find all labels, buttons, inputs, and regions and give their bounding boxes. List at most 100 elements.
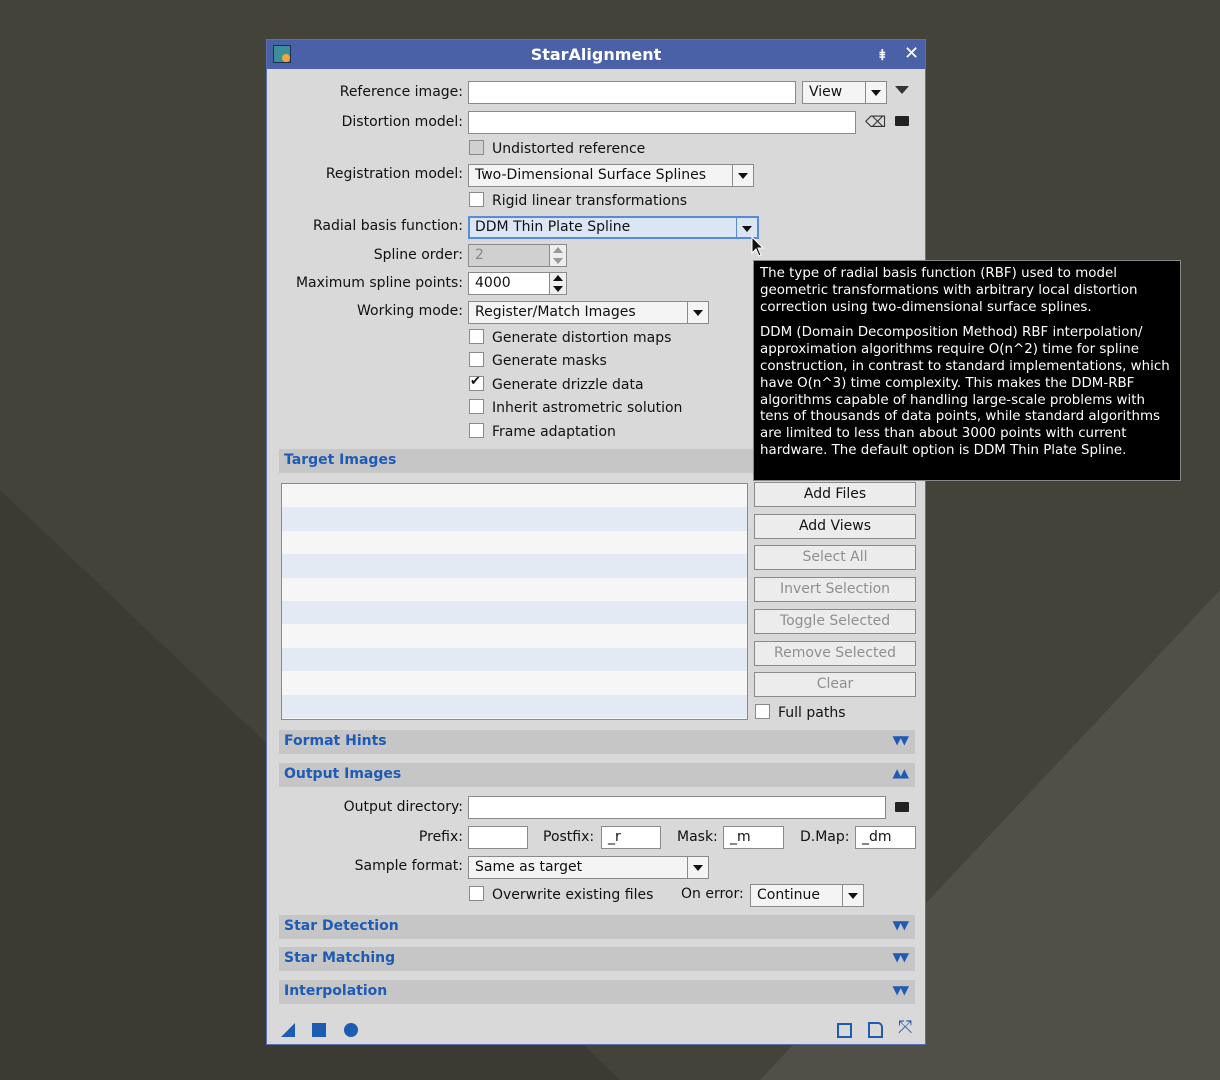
collapse-icon[interactable]: ▲▲ — [893, 766, 910, 780]
star-alignment-window: StarAlignment ⯒ ✕ Reference image: View … — [266, 39, 926, 1045]
spline-order-spinner[interactable]: 2 — [468, 244, 567, 267]
spline-order-value: 2 — [468, 244, 550, 267]
section-interpolation[interactable]: Interpolation ▼▼ — [279, 980, 915, 1004]
generate-drizzle-data-label: Generate drizzle data — [492, 377, 644, 393]
clear-button[interactable]: Clear — [754, 672, 916, 697]
on-error-select[interactable]: Continue — [750, 884, 864, 907]
frame-adaptation-checkbox[interactable]: Frame adaptation — [469, 423, 616, 440]
prefix-input[interactable] — [468, 826, 528, 849]
max-spline-points-value[interactable]: 4000 — [468, 272, 550, 295]
list-item[interactable] — [282, 507, 747, 531]
footer-toolbar: ⤧ — [267, 1014, 925, 1044]
list-item[interactable] — [282, 578, 747, 601]
working-mode-value: Register/Match Images — [475, 304, 636, 320]
toggle-selected-button[interactable]: Toggle Selected — [754, 609, 916, 634]
undistorted-reference-label: Undistorted reference — [492, 141, 646, 157]
dmap-label: D.Map: — [800, 829, 850, 845]
expand-icon[interactable]: ▼▼ — [893, 983, 910, 997]
add-files-button[interactable]: Add Files — [754, 482, 916, 507]
rigid-linear-label: Rigid linear transformations — [492, 193, 688, 209]
postfix-label: Postfix: — [543, 829, 595, 845]
frame-adaptation-label: Frame adaptation — [492, 424, 616, 440]
remove-selected-button[interactable]: Remove Selected — [754, 641, 916, 666]
overwrite-label: Overwrite existing files — [492, 887, 654, 903]
expand-icon[interactable]: ▼▼ — [893, 950, 910, 964]
expand-icon[interactable]: ▼▼ — [893, 918, 910, 932]
generate-distortion-maps-label: Generate distortion maps — [492, 330, 672, 346]
format-hints-title: Format Hints — [284, 733, 387, 749]
sample-format-label: Sample format: — [354, 858, 463, 874]
output-images-title: Output Images — [284, 766, 402, 782]
spline-order-stepper[interactable] — [549, 244, 567, 267]
section-format-hints[interactable]: Format Hints ▼▼ — [279, 730, 915, 754]
title-bar[interactable]: StarAlignment ⯒ ✕ — [267, 40, 925, 69]
max-spline-points-spinner[interactable]: 4000 — [468, 272, 567, 295]
mask-input[interactable]: _m — [723, 826, 784, 849]
new-instance-icon[interactable] — [281, 1023, 295, 1037]
full-paths-checkbox[interactable]: Full paths — [755, 704, 846, 721]
clear-icon[interactable]: ⌫ — [865, 113, 886, 131]
add-views-button[interactable]: Add Views — [754, 514, 916, 539]
window-title: StarAlignment — [530, 45, 662, 64]
generate-distortion-maps-checkbox[interactable]: Generate distortion maps — [469, 329, 671, 346]
list-item[interactable] — [282, 624, 747, 647]
output-folder-icon[interactable] — [895, 802, 909, 812]
sample-format-select[interactable]: Same as target — [468, 856, 709, 879]
generate-drizzle-data-checkbox[interactable]: Generate drizzle data — [469, 374, 644, 393]
close-icon[interactable]: ✕ — [904, 43, 919, 64]
folder-icon[interactable] — [895, 116, 909, 126]
registration-model-label: Registration model: — [325, 166, 463, 182]
dmap-input[interactable]: _dm — [855, 826, 916, 849]
reference-image-label: Reference image: — [339, 84, 463, 100]
postfix-input[interactable]: _r — [601, 826, 661, 849]
tooltip: The type of radial basis function (RBF) … — [753, 260, 1181, 481]
generate-masks-checkbox[interactable]: Generate masks — [469, 352, 607, 369]
spline-order-label: Spline order: — [373, 247, 463, 263]
list-item[interactable] — [282, 694, 747, 718]
rigid-linear-checkbox[interactable]: Rigid linear transformations — [469, 192, 687, 209]
select-all-button[interactable]: Select All — [754, 545, 916, 570]
shade-icon[interactable]: ⯒ — [879, 45, 886, 70]
prefix-label: Prefix: — [418, 829, 463, 845]
section-star-detection[interactable]: Star Detection ▼▼ — [279, 915, 915, 939]
undistorted-reference-checkbox[interactable]: Undistorted reference — [469, 140, 645, 157]
apply-icon[interactable] — [344, 1023, 358, 1037]
invert-selection-button[interactable]: Invert Selection — [754, 577, 916, 602]
registration-model-select[interactable]: Two-Dimensional Surface Splines — [468, 164, 754, 187]
distortion-model-input[interactable] — [468, 111, 856, 134]
registration-model-value: Two-Dimensional Surface Splines — [475, 167, 707, 183]
on-error-label: On error: — [681, 886, 744, 902]
mask-label: Mask: — [677, 829, 718, 845]
reference-view-select[interactable]: View — [802, 81, 887, 104]
overwrite-checkbox[interactable]: Overwrite existing files — [469, 886, 653, 903]
output-directory-input[interactable] — [468, 796, 886, 819]
expand-icon[interactable]: ▼▼ — [893, 733, 910, 747]
working-mode-select[interactable]: Register/Match Images — [468, 301, 709, 324]
list-item[interactable] — [282, 554, 747, 578]
radial-basis-label: Radial basis function: — [313, 218, 463, 234]
max-spline-points-label: Maximum spline points: — [295, 275, 463, 291]
apply-global-icon[interactable] — [312, 1023, 326, 1037]
radial-basis-select[interactable]: DDM Thin Plate Spline — [468, 216, 759, 239]
output-directory-label: Output directory: — [343, 799, 463, 815]
max-spline-points-stepper[interactable] — [549, 272, 567, 295]
section-output-images[interactable]: Output Images ▲▲ — [279, 763, 915, 787]
document-icon[interactable] — [868, 1022, 883, 1038]
reference-view-value: View — [809, 84, 843, 100]
interpolation-title: Interpolation — [284, 983, 388, 999]
radial-basis-value: DDM Thin Plate Spline — [475, 219, 631, 235]
list-item[interactable] — [282, 647, 747, 672]
sample-format-value: Same as target — [475, 859, 583, 875]
list-item[interactable] — [282, 484, 747, 507]
view-menu-icon[interactable] — [895, 86, 909, 94]
list-item[interactable] — [282, 671, 747, 694]
distortion-model-label: Distortion model: — [341, 114, 463, 130]
section-star-matching[interactable]: Star Matching ▼▼ — [279, 947, 915, 971]
reset-icon[interactable]: ⤧ — [898, 1017, 912, 1038]
list-item[interactable] — [282, 531, 747, 554]
target-images-list[interactable] — [281, 483, 748, 720]
list-item[interactable] — [282, 600, 747, 625]
inherit-astrometric-checkbox[interactable]: Inherit astrometric solution — [469, 399, 682, 416]
reference-image-input[interactable] — [468, 81, 796, 104]
preview-icon[interactable] — [837, 1023, 852, 1038]
